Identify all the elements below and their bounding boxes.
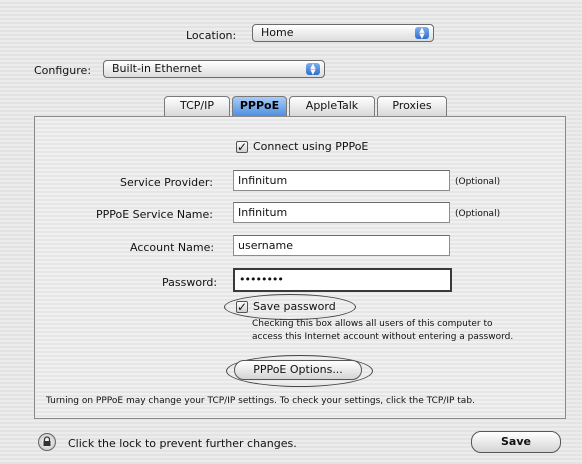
connect-pppoe-label: Connect using PPPoE (253, 140, 369, 153)
account-name-field[interactable]: username (233, 235, 450, 256)
service-provider-label: Service Provider: (120, 176, 213, 189)
service-provider-field[interactable]: Infinitum (233, 170, 450, 191)
password-label: Password: (162, 276, 218, 289)
popup-arrows-icon: ▲ ▼ (306, 63, 320, 76)
lock-text: Click the lock to prevent further change… (68, 437, 297, 450)
popup-arrows-icon: ▲ ▼ (415, 27, 429, 40)
service-name-field[interactable]: Infinitum (233, 202, 450, 223)
configure-value: Built-in Ethernet (112, 62, 202, 75)
tab-pppoe[interactable]: PPPoE (232, 96, 287, 116)
tab-tcpip[interactable]: TCP/IP (164, 96, 230, 116)
tab-proxies[interactable]: Proxies (377, 96, 447, 116)
service-name-label: PPPoE Service Name: (96, 208, 213, 221)
service-provider-optional: (Optional) (455, 177, 501, 187)
tab-appletalk[interactable]: AppleTalk (289, 96, 375, 116)
save-password-label: Save password (253, 300, 336, 313)
configure-label: Configure: (34, 64, 92, 77)
save-password-note-1: Checking this box allows all users of th… (252, 319, 493, 329)
password-field[interactable]: •••••••• (233, 268, 452, 292)
location-value: Home (261, 26, 294, 39)
account-name-label: Account Name: (130, 241, 215, 254)
pppoe-options-button[interactable]: PPPoE Options... (234, 360, 362, 380)
tcpip-change-note: Turning on PPPoE may change your TCP/IP … (46, 396, 475, 406)
lock-icon[interactable] (38, 433, 56, 451)
save-password-checkbox[interactable]: ✓ (236, 301, 248, 313)
save-button[interactable]: Save (471, 431, 561, 453)
location-popup[interactable]: Home ▲ ▼ (252, 24, 434, 42)
configure-popup[interactable]: Built-in Ethernet ▲ ▼ (103, 60, 325, 78)
save-password-note-2: access this Internet account without ent… (252, 332, 514, 342)
service-name-optional: (Optional) (455, 209, 501, 219)
connect-pppoe-checkbox[interactable]: ✓ (236, 141, 248, 153)
location-label: Location: (186, 29, 237, 42)
